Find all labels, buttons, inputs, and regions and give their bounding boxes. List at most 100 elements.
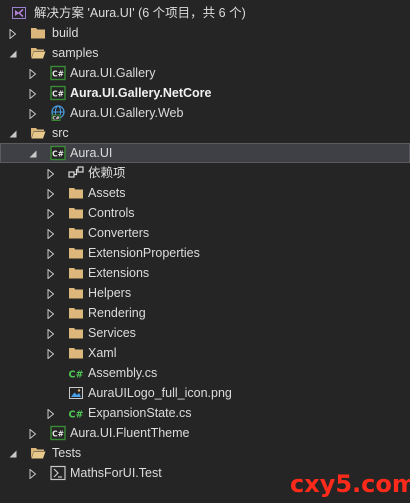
chevron-right-icon[interactable] (46, 408, 56, 420)
watermark-text: cxy5.com (290, 470, 410, 498)
tree-item-label: Extensions (88, 266, 150, 280)
folder-open-icon (30, 125, 46, 141)
tree-item-label: Xaml (88, 346, 117, 360)
tree-item-label: Tests (52, 446, 82, 460)
folder-icon (30, 25, 46, 41)
tree-item-label: Aura.UI.Gallery (70, 66, 156, 80)
folder-open-icon (30, 445, 46, 461)
tree-item-label: Services (88, 326, 136, 340)
csharp-project-icon: C# (50, 145, 66, 161)
folder-icon (68, 185, 84, 201)
chevron-right-icon[interactable] (28, 468, 38, 480)
tree-item-label: MathsForUI.Test (70, 466, 162, 480)
tree-item-services[interactable]: Services (0, 323, 410, 343)
csharp-project-icon: C# (50, 65, 66, 81)
chevron-right-icon[interactable] (46, 188, 56, 200)
csharp-file-icon: C# (68, 405, 84, 421)
tree-item-assets[interactable]: Assets (0, 183, 410, 203)
tree-item-gallery-web[interactable]: C# Aura.UI.Gallery.Web (0, 103, 410, 123)
chevron-right-icon[interactable] (28, 108, 38, 120)
chevron-right-icon[interactable] (46, 248, 56, 260)
solution-icon (11, 5, 27, 21)
tree-item-label: Assets (88, 186, 126, 200)
folder-icon (68, 225, 84, 241)
chevron-down-icon[interactable] (8, 48, 18, 58)
tree-item-assembly-cs[interactable]: C# Assembly.cs (0, 363, 410, 383)
csharp-file-icon: C# (68, 365, 84, 381)
chevron-right-icon[interactable] (46, 348, 56, 360)
tree-item-label: ExpansionState.cs (88, 406, 192, 420)
chevron-right-icon[interactable] (46, 328, 56, 340)
solution-root-row[interactable]: 解决方案 'Aura.UI' (6 个项目，共 6 个) (0, 3, 410, 23)
tree-item-controls[interactable]: Controls (0, 203, 410, 223)
svg-text:C#: C# (52, 116, 59, 121)
tree-item-label: Aura.UI.FluentTheme (70, 426, 190, 440)
csharp-project-icon: C# (50, 425, 66, 441)
chevron-right-icon[interactable] (46, 228, 56, 240)
tree-item-xaml[interactable]: Xaml (0, 343, 410, 363)
chevron-right-icon[interactable] (46, 288, 56, 300)
chevron-right-icon[interactable] (46, 268, 56, 280)
test-project-icon (50, 465, 66, 481)
folder-icon (68, 265, 84, 281)
dependencies-icon (68, 165, 84, 181)
chevron-right-icon[interactable] (28, 88, 38, 100)
tree-item-src[interactable]: src (0, 123, 410, 143)
svg-text:C#: C# (69, 370, 84, 381)
folder-icon (68, 325, 84, 341)
svg-text:C#: C# (69, 410, 84, 421)
folder-icon (68, 205, 84, 221)
csharp-project-icon: C# (50, 85, 66, 101)
folder-open-icon (30, 45, 46, 61)
image-file-icon (68, 385, 84, 401)
tree-item-logo-png[interactable]: AuraUILogo_full_icon.png (0, 383, 410, 403)
folder-icon (68, 285, 84, 301)
chevron-down-icon[interactable] (8, 448, 18, 458)
chevron-right-icon[interactable] (46, 208, 56, 220)
tree-item-label: Converters (88, 226, 150, 240)
tree-item-label: Assembly.cs (88, 366, 158, 380)
tree-item-fluent-theme[interactable]: C# Aura.UI.FluentTheme (0, 423, 410, 443)
folder-icon (68, 245, 84, 261)
folder-icon (68, 305, 84, 321)
chevron-right-icon[interactable] (46, 168, 56, 180)
folder-icon (68, 345, 84, 361)
chevron-right-icon[interactable] (46, 308, 56, 320)
tree-item-label: Controls (88, 206, 135, 220)
chevron-right-icon[interactable] (28, 428, 38, 440)
tree-item-label: build (52, 26, 79, 40)
tree-item-label: AuraUILogo_full_icon.png (88, 386, 232, 400)
solution-explorer-tree: 解决方案 'Aura.UI' (6 个项目，共 6 个) build sampl… (0, 0, 410, 503)
svg-text:C#: C# (52, 90, 64, 99)
tree-item-tests[interactable]: Tests (0, 443, 410, 463)
tree-item-rendering[interactable]: Rendering (0, 303, 410, 323)
tree-item-expansion-state-cs[interactable]: C# ExpansionState.cs (0, 403, 410, 423)
tree-item-label: 依赖项 (88, 166, 126, 180)
tree-item-label: Helpers (88, 286, 132, 300)
svg-text:C#: C# (52, 430, 64, 439)
tree-item-extension-properties[interactable]: ExtensionProperties (0, 243, 410, 263)
tree-item-label: Aura.UI (70, 146, 113, 160)
tree-item-gallery-netcore[interactable]: C# Aura.UI.Gallery.NetCore (0, 83, 410, 103)
chevron-down-icon[interactable] (28, 148, 38, 158)
tree-item-extensions[interactable]: Extensions (0, 263, 410, 283)
tree-item-gallery[interactable]: C# Aura.UI.Gallery (0, 63, 410, 83)
tree-item-converters[interactable]: Converters (0, 223, 410, 243)
chevron-right-icon[interactable] (28, 68, 38, 80)
tree-item-label: Rendering (88, 306, 146, 320)
tree-item-dependencies[interactable]: 依赖项 (0, 163, 410, 183)
tree-item-label: ExtensionProperties (88, 246, 200, 260)
tree-item-helpers[interactable]: Helpers (0, 283, 410, 303)
tree-item-build[interactable]: build (0, 23, 410, 43)
chevron-right-icon[interactable] (8, 28, 18, 40)
svg-text:C#: C# (52, 150, 64, 159)
tree-item-label: Aura.UI.Gallery.NetCore (70, 86, 212, 100)
web-project-icon: C# (50, 105, 66, 122)
tree-item-label: Aura.UI.Gallery.Web (70, 106, 184, 120)
tree-item-aura-ui[interactable]: C# Aura.UI (0, 143, 410, 163)
tree-item-samples[interactable]: samples (0, 43, 410, 63)
tree-item-label: src (52, 126, 69, 140)
svg-text:C#: C# (52, 70, 64, 79)
chevron-down-icon[interactable] (8, 128, 18, 138)
tree-item-label: samples (52, 46, 99, 60)
